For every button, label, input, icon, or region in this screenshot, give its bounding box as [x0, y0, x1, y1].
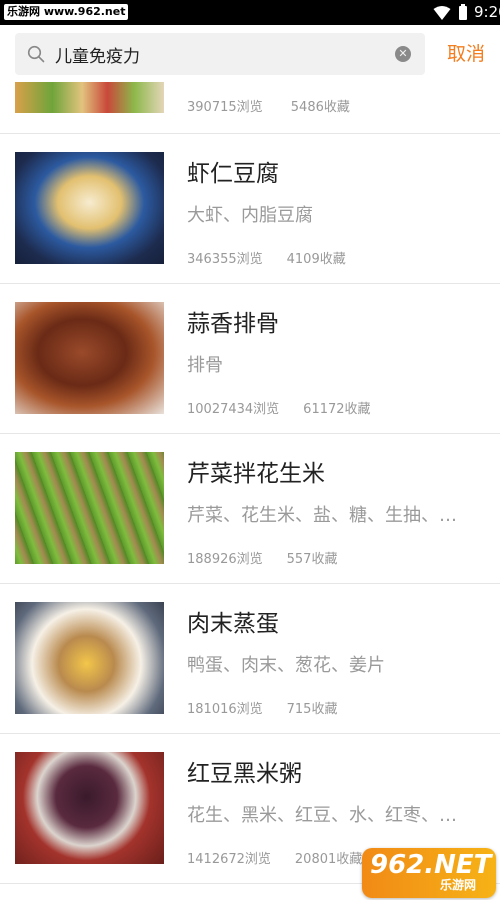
- search-header: ✕ 取消: [0, 25, 500, 82]
- recipe-title: 红豆黑米粥: [187, 761, 302, 787]
- recipe-title: 虾仁豆腐: [187, 161, 279, 187]
- watermark-logo-text: 乐游网: [440, 878, 477, 892]
- recipe-thumbnail: [15, 152, 164, 264]
- search-input[interactable]: [55, 33, 395, 75]
- recipe-title: 蒜香排骨: [187, 311, 279, 337]
- recipe-stats: 346355浏览 4109收藏: [187, 248, 346, 267]
- list-item[interactable]: 蒜香排骨 排骨 10027434浏览 61172收藏: [0, 284, 500, 434]
- list-item[interactable]: 390715浏览 5486收藏: [0, 82, 500, 134]
- wifi-icon: [433, 6, 451, 20]
- clock: 9:20: [474, 3, 500, 21]
- favorite-count: 715收藏: [286, 702, 338, 717]
- view-count: 346355浏览: [187, 252, 263, 267]
- recipe-ingredients: 排骨: [187, 355, 223, 376]
- recipe-thumbnail: [15, 452, 164, 564]
- favorite-count: 4109收藏: [286, 252, 346, 267]
- view-count: 390715浏览: [187, 100, 263, 115]
- view-count: 1412672浏览: [187, 852, 271, 867]
- list-item[interactable]: 芹菜拌花生米 芹菜、花生米、盐、糖、生抽、… 188926浏览 557收藏: [0, 434, 500, 584]
- recipe-title: 芹菜拌花生米: [187, 461, 325, 487]
- recipe-ingredients: 芹菜、花生米、盐、糖、生抽、…: [187, 505, 457, 526]
- recipe-stats: 10027434浏览 61172收藏: [187, 398, 371, 417]
- favorite-count: 20801收藏: [294, 852, 363, 867]
- list-item[interactable]: 肉末蒸蛋 鸭蛋、肉末、葱花、姜片 181016浏览 715收藏: [0, 584, 500, 734]
- view-count: 188926浏览: [187, 552, 263, 567]
- battery-icon: [459, 4, 467, 20]
- recipe-ingredients: 鸭蛋、肉末、葱花、姜片: [187, 655, 385, 676]
- recipe-thumbnail: [15, 752, 164, 864]
- watermark-badge: 乐游网 www.962.net: [4, 4, 129, 20]
- clear-icon[interactable]: ✕: [395, 46, 411, 62]
- recipe-ingredients: 花生、黑米、红豆、水、红枣、…: [187, 805, 457, 826]
- favorite-count: 5486收藏: [290, 100, 350, 115]
- recipe-thumbnail: [15, 302, 164, 414]
- view-count: 10027434浏览: [187, 402, 280, 417]
- favorite-count: 61172收藏: [303, 402, 371, 417]
- recipe-title: 肉末蒸蛋: [187, 611, 279, 637]
- search-icon: [27, 45, 45, 63]
- recipe-ingredients: 大虾、内脂豆腐: [187, 205, 313, 226]
- list-item[interactable]: 虾仁豆腐 大虾、内脂豆腐 346355浏览 4109收藏: [0, 134, 500, 284]
- search-box[interactable]: ✕: [15, 33, 425, 75]
- recipe-thumbnail: [15, 82, 164, 113]
- recipe-stats: 1412672浏览 20801收藏: [187, 848, 362, 867]
- status-bar: 乐游网 www.962.net 9:20: [0, 0, 500, 25]
- watermark-logo: 962.NET 乐游网: [362, 848, 496, 898]
- recipe-list[interactable]: 390715浏览 5486收藏 虾仁豆腐 大虾、内脂豆腐 346355浏览 410…: [0, 82, 500, 900]
- recipe-stats: 181016浏览 715收藏: [187, 698, 337, 717]
- cancel-button[interactable]: 取消: [436, 33, 496, 75]
- recipe-thumbnail: [15, 602, 164, 714]
- recipe-stats: 390715浏览 5486收藏: [187, 96, 374, 115]
- recipe-stats: 188926浏览 557收藏: [187, 548, 337, 567]
- view-count: 181016浏览: [187, 702, 263, 717]
- favorite-count: 557收藏: [286, 552, 338, 567]
